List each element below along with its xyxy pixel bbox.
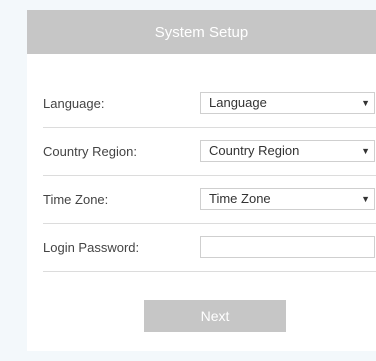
language-select-value: Language [209,95,267,110]
system-setup-panel: System Setup Language: Language ▼ Countr… [27,10,376,351]
time-zone-row: Time Zone: Time Zone ▼ [43,176,376,224]
language-select[interactable]: Language ▼ [200,92,375,114]
login-password-label: Login Password: [43,240,140,255]
time-zone-select-value: Time Zone [209,191,271,206]
country-region-row: Country Region: Country Region ▼ [43,128,376,176]
time-zone-select[interactable]: Time Zone ▼ [200,188,375,210]
caret-down-icon: ▼ [361,194,370,204]
page-title: System Setup [154,23,249,41]
login-password-input[interactable] [200,236,375,258]
next-button[interactable]: Next [144,300,286,332]
next-button-label: Next [200,308,230,324]
language-label: Language: [43,96,105,111]
country-region-select-value: Country Region [209,143,300,158]
time-zone-label: Time Zone: [43,192,109,207]
language-row: Language: Language ▼ [43,80,376,128]
country-region-label: Country Region: [43,144,137,159]
panel-header: System Setup [27,10,376,54]
caret-down-icon: ▼ [361,146,370,156]
country-region-select[interactable]: Country Region ▼ [200,140,375,162]
caret-down-icon: ▼ [361,98,370,108]
setup-form: Language: Language ▼ Country Region: Cou… [43,80,376,272]
login-password-row: Login Password: [43,224,376,272]
